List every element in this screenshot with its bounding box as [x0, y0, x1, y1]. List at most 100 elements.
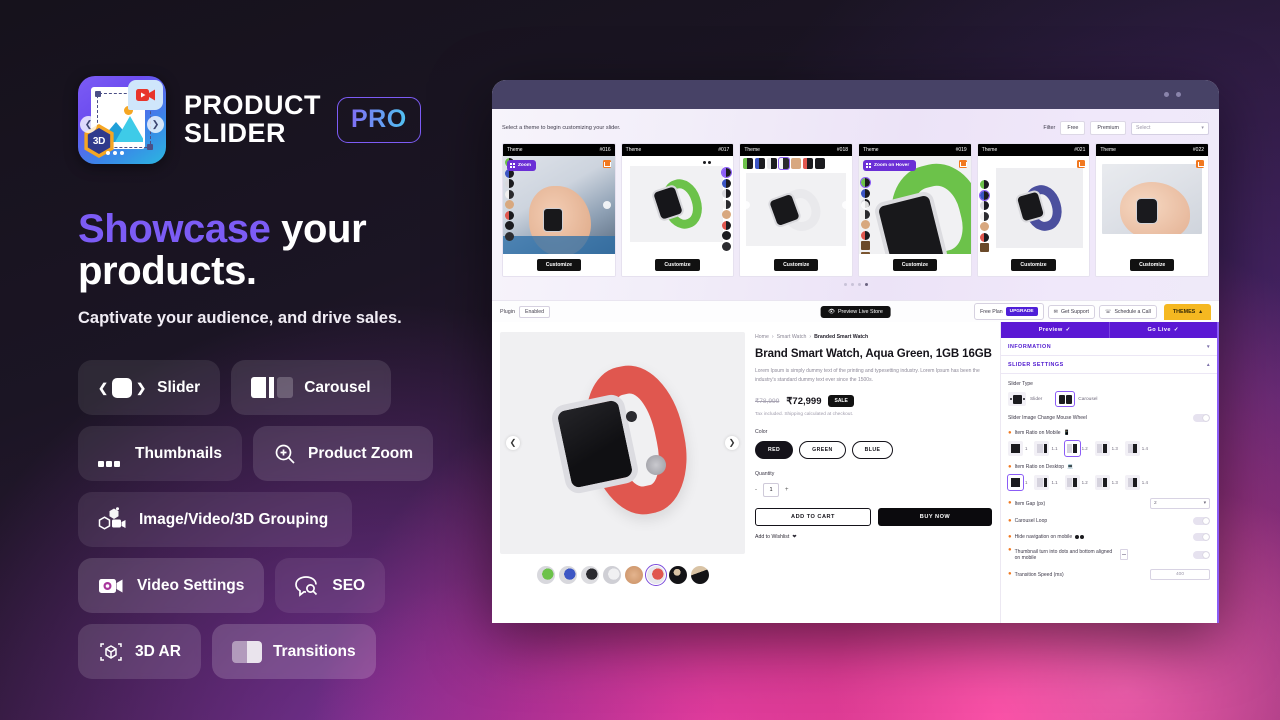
next-image-button[interactable]: ❯ [725, 436, 739, 450]
hide-nav-toggle[interactable] [1193, 533, 1210, 541]
feature-pill-slider[interactable]: ❮ ❯ Slider [78, 360, 221, 416]
filter-free-button[interactable]: Free [1060, 121, 1086, 135]
carousel-loop-label: Carousel Loop [1014, 518, 1048, 524]
customize-button[interactable]: Customize [1130, 259, 1175, 271]
theme-card-preview [977, 156, 1090, 254]
slider-type-options: Slider Carousel [1008, 391, 1210, 407]
product-thumbnail[interactable] [580, 566, 599, 584]
ratio-desktop-option[interactable]: 1.1 [1034, 475, 1058, 490]
transition-speed-input[interactable]: 400 [1150, 569, 1210, 580]
theme-select-dropdown[interactable]: Select ▾ [1131, 121, 1209, 135]
theme-card[interactable]: Theme #019 Zoom on Hover Customize [858, 143, 972, 277]
slider-type-option-carousel[interactable]: Carousel [1055, 391, 1097, 407]
product-main-image[interactable]: ❮ ❯ [500, 332, 745, 554]
ratio-mobile-option[interactable]: 1.1 [1034, 441, 1058, 456]
ratio-desktop-option-selected[interactable]: 1 [1007, 474, 1027, 491]
ratio-mobile-option-selected[interactable]: 1.2 [1063, 440, 1088, 457]
filter-premium-button[interactable]: Premium [1090, 121, 1126, 135]
product-thumbnail[interactable] [624, 566, 643, 584]
product-thumbnail-selected[interactable] [644, 563, 667, 587]
customize-button[interactable]: Customize [536, 259, 581, 271]
section-slider-settings[interactable]: SLIDER SETTINGS ▴ [1001, 356, 1217, 374]
theme-card[interactable]: Theme #021 Customize [976, 143, 1091, 277]
product-thumbnail[interactable] [690, 566, 709, 584]
theme-card[interactable]: Theme #016 Zoom Customize [502, 143, 616, 277]
chevron-down-icon: ▾ [1201, 125, 1204, 131]
color-option-red[interactable]: RED [755, 441, 794, 459]
setting-item-gap: ● Item Gap (px) 2 ▾ [1008, 498, 1210, 509]
feature-pill-transitions[interactable]: Transitions [211, 624, 376, 680]
brand-lockup: 3D ❮ ❯ PRODUCT SLIDER PRO [78, 76, 498, 164]
item-gap-select[interactable]: 2 ▾ [1150, 498, 1210, 509]
customize-button[interactable]: Customize [655, 259, 700, 271]
section-information[interactable]: INFORMATION ▾ [1001, 338, 1217, 356]
breadcrumb-item[interactable]: Smart Watch [777, 334, 807, 340]
desktop-icon: 💻 [1067, 464, 1074, 470]
app-screenshot-window: Select a theme to begin customizing your… [492, 80, 1219, 623]
ratio-desktop-option[interactable]: 1.2 [1064, 475, 1088, 490]
ratio-desktop-option[interactable]: 1.4 [1124, 475, 1148, 490]
feature-pill-seo[interactable]: SEO [275, 558, 386, 614]
theme-card[interactable]: Theme #018 Customize [739, 143, 854, 277]
themes-tab-button[interactable]: THEMES ▴ [1163, 303, 1211, 320]
slider-type-option-slider[interactable]: Slider [1008, 392, 1042, 406]
product-thumbnail[interactable] [558, 566, 577, 584]
required-dot-icon: ● [1008, 571, 1012, 577]
theme-card-thumb-strip [743, 156, 826, 171]
theme-card-header: Theme #016 [503, 144, 615, 156]
ratio-13-icon [1094, 441, 1110, 456]
gallery-pagination[interactable] [502, 283, 1209, 286]
theme-card-thumb-strip [860, 177, 872, 254]
product-thumbnail[interactable] [536, 566, 555, 584]
preview-live-store-button[interactable]: 👁 Preview Live Store [820, 305, 891, 318]
quantity-input[interactable]: 1 [763, 483, 779, 497]
tab-preview[interactable]: Preview ✓ [1001, 322, 1109, 338]
add-to-wishlist-link[interactable]: Add to Wishlist ❤ [755, 534, 992, 540]
customize-button[interactable]: Customize [774, 259, 819, 271]
ratio-option-label: 1.2 [1081, 446, 1088, 451]
magnify-plus-icon [273, 442, 297, 466]
item-gap-value: 2 [1154, 501, 1157, 506]
plugin-state-chip[interactable]: Enabled [519, 305, 551, 318]
mouse-wheel-toggle[interactable] [1193, 414, 1210, 422]
theme-card-thumb-strip [721, 167, 733, 251]
carousel-loop-toggle[interactable] [1193, 517, 1210, 525]
free-plan-upgrade-button[interactable]: Free Plan UPGRADE [974, 303, 1044, 320]
ratio-12-icon [1064, 475, 1080, 490]
buy-now-button[interactable]: BUY NOW [878, 508, 992, 526]
settings-tab-bar: Preview ✓ Go Live ✓ [1001, 322, 1217, 338]
customize-button[interactable]: Customize [892, 259, 937, 271]
ratio-mobile-option[interactable]: 1 [1008, 441, 1027, 456]
product-thumbnail[interactable] [602, 566, 621, 584]
quantity-decrease-button[interactable]: - [755, 487, 757, 493]
theme-card[interactable]: Theme #022 Customize [1095, 143, 1210, 277]
schedule-call-button[interactable]: ☏ Schedule a Call [1098, 304, 1157, 319]
prev-image-button[interactable]: ❮ [506, 436, 520, 450]
feature-pill-video-settings[interactable]: Video Settings [78, 558, 265, 614]
quantity-increase-button[interactable]: + [785, 487, 789, 493]
thumb-dots-toggle[interactable] [1193, 551, 1210, 559]
color-option-blue[interactable]: BLUE [851, 441, 894, 459]
theme-card-header: Theme #017 [621, 144, 734, 156]
theme-card[interactable]: Theme #017 Customize [620, 143, 735, 277]
customize-button[interactable]: Customize [1011, 259, 1056, 271]
feature-pill-carousel[interactable]: Carousel [231, 360, 391, 416]
breadcrumb-item[interactable]: Home [755, 334, 769, 340]
support-icon: ✉ [1053, 308, 1058, 315]
setting-hide-nav: ● Hide navigation on mobile [1008, 533, 1210, 541]
app-toolbar: Plugin Enabled 👁 Preview Live Store Free… [492, 300, 1219, 322]
product-thumbnail[interactable] [668, 566, 687, 584]
add-to-cart-button[interactable]: ADD TO CART [755, 508, 871, 526]
feature-pill-3d-ar[interactable]: 3D AR [78, 624, 201, 680]
feature-pill-grouping[interactable]: Image/Video/3D Grouping [78, 492, 353, 548]
ratio-mobile-option[interactable]: 1.3 [1094, 441, 1118, 456]
ratio-desktop-option[interactable]: 1.3 [1094, 475, 1118, 490]
theme-card-label: Theme [981, 147, 998, 153]
get-support-button[interactable]: ✉ Get Support [1047, 304, 1095, 319]
feature-pill-product-zoom[interactable]: Product Zoom [252, 426, 434, 482]
tab-go-live[interactable]: Go Live ✓ [1108, 322, 1217, 338]
color-option-green[interactable]: GREEN [799, 441, 846, 459]
ratio-mobile-option[interactable]: 1.4 [1124, 441, 1148, 456]
chevron-right-icon: ❯ [147, 116, 164, 133]
feature-pill-thumbnails[interactable]: Thumbnails [78, 426, 242, 482]
